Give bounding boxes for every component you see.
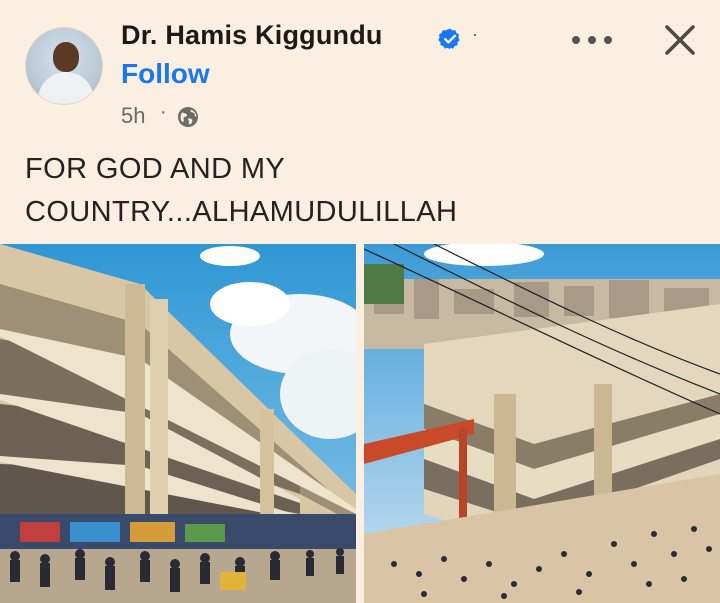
avatar-shirt [38,72,94,104]
more-dot [572,36,580,44]
photo-aerial-street [364,244,720,603]
more-dot [588,36,596,44]
more-options-icon[interactable] [572,26,612,54]
post-photo-right[interactable] [364,244,720,603]
follow-button[interactable]: Follow [121,58,210,90]
post-header: Dr. Hamis Kiggundu · Follow 5h · [0,0,720,140]
close-icon[interactable] [660,20,700,60]
post-photo-left[interactable] [0,244,356,603]
author-avatar[interactable] [25,27,103,105]
verified-badge-icon [438,28,460,50]
post-text: FOR GOD AND MY COUNTRY...ALHAMUDULILLAH [25,153,458,228]
author-name[interactable]: Dr. Hamis Kiggundu [121,20,383,51]
globe-icon[interactable] [176,105,200,129]
avatar-face [53,42,79,72]
post-timestamp[interactable]: 5h [121,103,145,129]
photo-building-facade [0,244,356,603]
name-separator: · [472,24,478,44]
more-dot [604,36,612,44]
meta-separator: · [160,101,167,123]
